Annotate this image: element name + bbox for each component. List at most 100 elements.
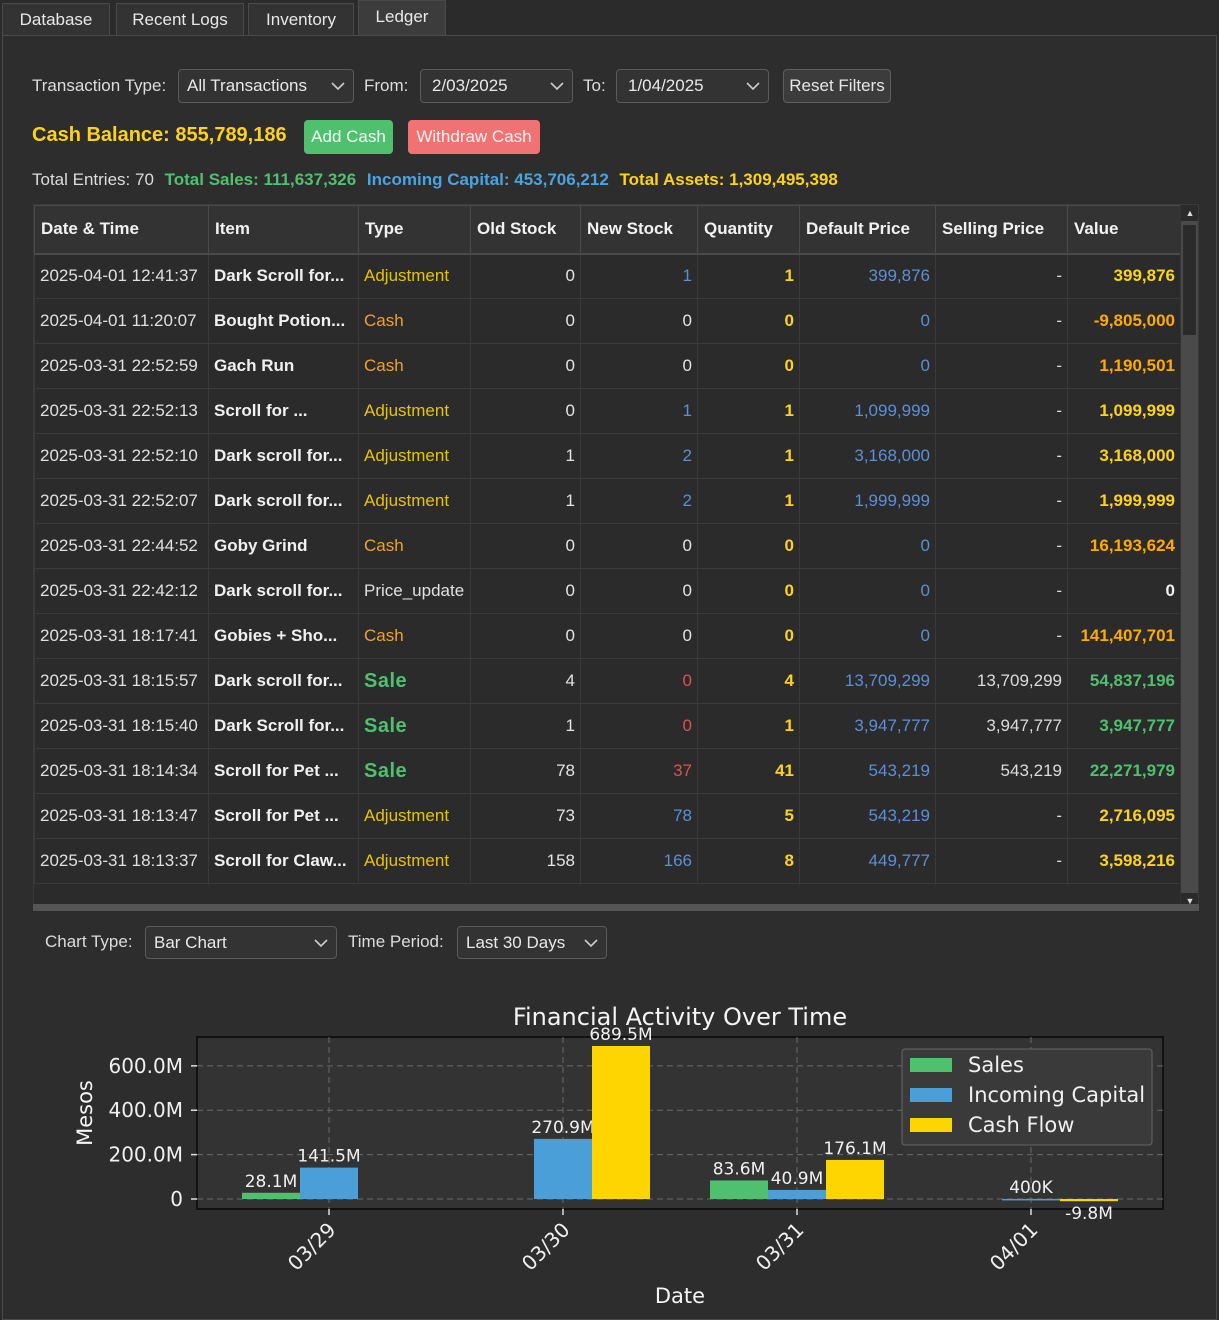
default-price-cell: 0 <box>799 343 936 389</box>
old-stock-cell: 0 <box>470 523 581 569</box>
default-price-cell: 0 <box>799 613 936 659</box>
chevron-down-icon <box>331 70 345 102</box>
table-row[interactable]: 2025-04-01 12:41:37 Dark Scroll for... Adj… <box>34 253 1181 299</box>
from-label: From: <box>364 76 409 95</box>
column-header[interactable]: Value <box>1067 205 1181 255</box>
column-header[interactable]: New Stock <box>580 205 698 255</box>
column-header[interactable]: Quantity <box>697 205 800 255</box>
type-cell: Cash <box>358 298 471 344</box>
bar-cash-flow <box>592 1045 650 1200</box>
from-date-value: 2/03/2025 <box>432 76 508 95</box>
date-cell: 2025-03-31 18:17:41 <box>34 613 209 659</box>
table-row[interactable]: 2025-04-01 11:20:07 Bought Potion... Cash 0… <box>34 298 1181 344</box>
old-stock-cell: 158 <box>470 838 581 884</box>
table-row[interactable]: 2025-03-31 18:13:47 Scroll for Pet ... Adj… <box>34 793 1181 839</box>
tab-recent-logs[interactable]: Recent Logs <box>116 3 244 36</box>
column-header[interactable]: Item <box>208 205 359 255</box>
table-row[interactable]: 2025-03-31 18:15:57 Dark scroll for... Sal… <box>34 658 1181 704</box>
quantity-cell: 0 <box>697 343 800 389</box>
bar-cash-flow <box>1060 1199 1118 1202</box>
bar-value-label: -9.8M <box>1065 1204 1113 1224</box>
old-stock-cell: 0 <box>470 613 581 659</box>
from-date-picker[interactable]: 2/03/2025 <box>420 69 573 103</box>
default-price-cell: 543,219 <box>799 748 936 794</box>
old-stock-cell: 1 <box>470 478 581 524</box>
add-cash-button[interactable]: Add Cash <box>304 120 393 154</box>
horizontal-scrollbar[interactable] <box>33 904 1199 911</box>
old-stock-cell: 0 <box>470 298 581 344</box>
time-period-select[interactable]: Last 30 Days <box>457 926 607 959</box>
transaction-type-select[interactable]: All Transactions <box>178 69 354 103</box>
item-cell: Scroll for Pet ... <box>208 793 359 839</box>
new-stock-cell: 0 <box>580 703 698 749</box>
selling-price-cell: 13,709,299 <box>935 658 1068 704</box>
column-header[interactable]: Old Stock <box>470 205 581 255</box>
bar-value-label: 270.9M <box>531 1118 594 1138</box>
quantity-cell: 1 <box>697 433 800 479</box>
value-cell: -9,805,000 <box>1067 298 1181 344</box>
old-stock-cell: 0 <box>470 343 581 389</box>
legend-label: Incoming Capital <box>968 1083 1145 1107</box>
selling-price-cell: - <box>935 523 1068 569</box>
table-row[interactable]: 2025-03-31 22:44:52 Goby Grind Cash 0 0 0 0-16… <box>34 523 1181 569</box>
legend-label: Cash Flow <box>968 1113 1074 1137</box>
table-row[interactable]: 2025-03-31 18:15:40 Dark Scroll for... Sal… <box>34 703 1181 749</box>
table-row[interactable]: 2025-03-31 18:17:41 Gobies + Sho... Cash 0 0… <box>34 613 1181 659</box>
withdraw-cash-button[interactable]: Withdraw Cash <box>408 120 540 154</box>
selling-price-cell: 543,219 <box>935 748 1068 794</box>
table-row[interactable]: 2025-03-31 22:52:07 Dark scroll for... Adj… <box>34 478 1181 524</box>
date-cell: 2025-03-31 18:13:47 <box>34 793 209 839</box>
table-row[interactable]: 2025-03-31 22:52:13 Scroll for ... Adjustm… <box>34 388 1181 434</box>
quantity-cell: 1 <box>697 253 800 299</box>
old-stock-cell: 1 <box>470 703 581 749</box>
old-stock-cell: 0 <box>470 568 581 614</box>
table-row[interactable]: 2025-03-31 22:52:59 Gach Run Cash 0 0 0 0-1,19… <box>34 343 1181 389</box>
date-cell: 2025-03-31 22:52:10 <box>34 433 209 479</box>
y-tick-label: 0 <box>170 1187 183 1211</box>
ledger-table[interactable]: Date & Time Item Type Old Stock New Stock Qua… <box>33 204 1199 910</box>
x-tick-label: 04/01 <box>985 1218 1043 1276</box>
date-cell: 2025-03-31 22:52:13 <box>34 388 209 434</box>
scroll-up-icon[interactable]: ▲ <box>1181 205 1198 221</box>
total-sales: Total Sales: 111,637,326 <box>164 170 357 189</box>
chart-type-value: Bar Chart <box>154 933 227 952</box>
chevron-down-icon <box>746 70 760 102</box>
tab-database[interactable]: Database <box>2 3 110 36</box>
selling-price-cell: - <box>935 298 1068 344</box>
legend-swatch <box>910 1118 952 1132</box>
y-tick-label: 600.0M <box>108 1054 183 1078</box>
reset-filters-button[interactable]: Reset Filters <box>783 69 891 103</box>
value-cell: 1,999,999 <box>1067 478 1181 524</box>
column-header[interactable]: Date & Time <box>34 205 209 255</box>
scrollbar-thumb[interactable] <box>1183 225 1196 335</box>
item-cell: Scroll for Pet ... <box>208 748 359 794</box>
chevron-down-icon <box>584 927 598 959</box>
table-row[interactable]: 2025-03-31 22:42:12 Dark scroll for... Pri… <box>34 568 1181 614</box>
time-period-label: Time Period: <box>348 932 444 951</box>
tab-ledger[interactable]: Ledger <box>358 0 446 36</box>
new-stock-cell: 1 <box>580 253 698 299</box>
column-header[interactable]: Default Price <box>799 205 936 255</box>
date-cell: 2025-04-01 12:41:37 <box>34 253 209 299</box>
old-stock-cell: 0 <box>470 253 581 299</box>
vertical-scrollbar[interactable]: ▲ ▼ <box>1180 205 1198 909</box>
date-cell: 2025-03-31 22:52:07 <box>34 478 209 524</box>
value-cell: 141,407,701 <box>1067 613 1181 659</box>
table-row[interactable]: 2025-03-31 18:13:37 Scroll for Claw... Adj… <box>34 838 1181 884</box>
quantity-cell: 5 <box>697 793 800 839</box>
selling-price-cell: 3,947,777 <box>935 703 1068 749</box>
bar-value-label: 28.1M <box>245 1172 298 1192</box>
column-header[interactable]: Selling Price <box>935 205 1068 255</box>
new-stock-cell: 37 <box>580 748 698 794</box>
chart-type-select[interactable]: Bar Chart <box>145 926 337 959</box>
table-row[interactable]: 2025-03-31 18:14:34 Scroll for Pet ... Sal… <box>34 748 1181 794</box>
x-tick-label: 03/29 <box>283 1218 341 1276</box>
to-date-picker[interactable]: 1/04/2025 <box>616 69 769 103</box>
table-row[interactable]: 2025-03-31 22:52:10 Dark scroll for... Adj… <box>34 433 1181 479</box>
tab-inventory[interactable]: Inventory <box>248 3 354 36</box>
item-cell: Dark scroll for... <box>208 478 359 524</box>
value-cell: 16,193,624 <box>1067 523 1181 569</box>
quantity-cell: 0 <box>697 613 800 659</box>
column-header[interactable]: Type <box>358 205 471 255</box>
new-stock-cell: 0 <box>580 523 698 569</box>
